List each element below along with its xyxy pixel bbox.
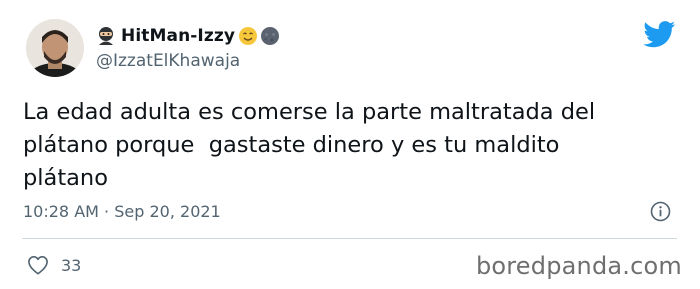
like-button[interactable]: 33 — [27, 254, 81, 276]
ninja-icon — [96, 26, 116, 46]
heart-icon[interactable] — [27, 255, 49, 275]
display-name[interactable]: HitMan-Izzy — [121, 26, 235, 46]
like-count: 33 — [61, 255, 82, 275]
tweet-time[interactable]: 10:28 AM — [23, 202, 99, 221]
tweet-date[interactable]: Sep 20, 2021 — [114, 202, 221, 221]
new-moon-face-icon — [260, 26, 280, 46]
info-icon[interactable] — [650, 201, 671, 222]
tweet-timestamp[interactable]: 10:28 AM · Sep 20, 2021 — [23, 202, 221, 221]
author-handle[interactable]: @IzzatElKhawaja — [96, 51, 240, 71]
twitter-bird-icon[interactable] — [643, 21, 676, 48]
smiling-face-icon — [238, 26, 258, 46]
tweet-text: La edad adulta es comerse la parte maltr… — [23, 99, 596, 191]
watermark: boredpanda.com — [475, 252, 682, 280]
author-name-row[interactable]: HitMan-Izzy — [96, 22, 280, 50]
divider — [22, 238, 677, 239]
timestamp-separator: · — [104, 202, 110, 221]
avatar[interactable] — [26, 19, 84, 77]
